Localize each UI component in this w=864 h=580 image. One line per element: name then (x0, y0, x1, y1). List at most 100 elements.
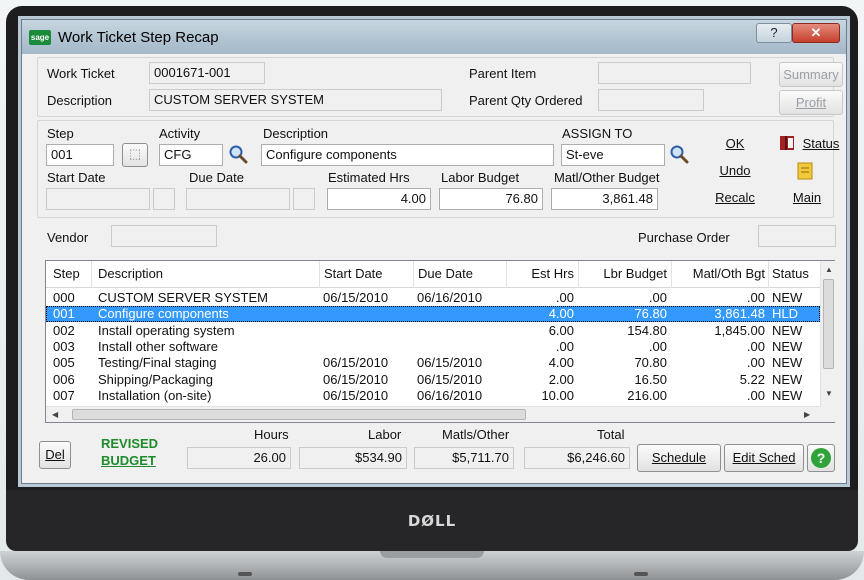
table-row[interactable]: 002 Install operating system 6.00 154.80 1,8… (46, 323, 820, 339)
cell-est-hrs: 10.00 (541, 387, 574, 403)
due-date-calendar-button[interactable] (293, 188, 315, 210)
work-ticket-field[interactable]: 0001671-001 (149, 62, 265, 84)
column-header-start-date[interactable]: Start Date (324, 266, 383, 281)
cell-lbr-budget: .00 (648, 338, 667, 354)
summary-button[interactable]: Summary (779, 62, 843, 87)
column-header-est-hrs[interactable]: Est Hrs (506, 266, 574, 281)
budget-link[interactable]: BUDGET (101, 452, 158, 469)
table-row[interactable]: 001 Configure components 4.00 76.80 3,861.48… (46, 306, 820, 323)
cell-matl-oth-bgt: 1,845.00 (714, 322, 765, 338)
total-label: Total (597, 427, 625, 442)
assign-search-icon[interactable] (669, 144, 689, 164)
status-button[interactable]: Status (796, 136, 846, 151)
matl-other-budget-field[interactable]: 3,861.48 (551, 188, 658, 210)
labor-total-field: $534.90 (299, 447, 407, 469)
steps-table[interactable]: Step Description Start Date Due Date Est… (45, 260, 835, 423)
cell-est-hrs: .00 (555, 290, 574, 305)
parent-item-field[interactable] (598, 62, 751, 84)
matl-other-budget-label: Matl/Other Budget (554, 170, 660, 185)
cell-start-date: 06/15/2010 (323, 387, 389, 403)
scroll-left-icon[interactable]: ◀ (52, 410, 58, 419)
scroll-right-icon[interactable]: ▶ (804, 410, 810, 419)
help-button[interactable]: ? (807, 444, 835, 472)
vendor-label: Vendor (47, 230, 89, 245)
column-divider (413, 261, 414, 288)
lookup-icon: ⬚ (128, 146, 142, 161)
start-date-calendar-button[interactable] (153, 188, 175, 210)
vendor-field[interactable] (111, 225, 217, 247)
step-lookup-button[interactable]: ⬚ (122, 143, 148, 167)
revised-budget-label: REVISED BUDGET (101, 435, 158, 469)
cell-description: Shipping/Packaging (98, 371, 213, 387)
labor-budget-label: Labor Budget (441, 170, 520, 185)
matls-other-total-field: $5,711.70 (414, 447, 514, 469)
assign-to-field[interactable]: St-eve (561, 144, 665, 166)
cell-matl-oth-bgt: 3,861.48 (714, 306, 765, 322)
activity-search-icon[interactable] (228, 144, 248, 164)
cell-step: 006 (53, 371, 75, 387)
description-field[interactable]: CUSTOM SERVER SYSTEM (149, 89, 442, 111)
edit-schedule-button[interactable]: Edit Sched (724, 444, 804, 472)
purchase-order-field[interactable] (758, 225, 836, 247)
column-header-description[interactable]: Description (98, 266, 163, 281)
scroll-up-icon[interactable]: ▲ (825, 265, 833, 274)
table-row[interactable]: 000 CUSTOM SERVER SYSTEM 06/15/2010 06/16/2… (46, 290, 820, 306)
cell-lbr-budget: 70.80 (634, 355, 667, 371)
column-header-status[interactable]: Status (772, 266, 818, 281)
cell-step: 001 (53, 306, 75, 322)
activity-field[interactable]: CFG (159, 144, 223, 166)
hours-label: Hours (254, 427, 289, 442)
horizontal-scroll-thumb[interactable] (72, 409, 526, 420)
profit-button[interactable]: Profit (779, 90, 843, 115)
cell-step: 002 (53, 322, 75, 338)
recalc-button[interactable]: Recalc (710, 190, 760, 205)
cell-due-date: 06/16/2010 (417, 290, 483, 305)
step-description-field[interactable]: Configure components (261, 144, 554, 166)
cell-status: NEW (772, 322, 803, 338)
cell-status: NEW (772, 387, 803, 403)
labor-budget-field[interactable]: 76.80 (439, 188, 543, 210)
start-date-field[interactable] (46, 188, 150, 210)
cell-due-date: 06/16/2010 (417, 387, 483, 403)
cell-status: NEW (772, 290, 803, 305)
main-button[interactable]: Main (782, 190, 832, 205)
schedule-button[interactable]: Schedule (637, 444, 721, 472)
vertical-scroll-thumb[interactable] (823, 279, 834, 369)
cell-lbr-budget: .00 (648, 290, 667, 305)
ok-button[interactable]: OK (710, 136, 760, 151)
laptop-notch (380, 551, 484, 558)
column-header-lbr-budget[interactable]: Lbr Budget (578, 266, 667, 281)
purchase-order-label: Purchase Order (638, 230, 730, 245)
help-title-button[interactable]: ? (756, 23, 792, 43)
table-row[interactable]: 007 Installation (on-site) 06/15/2010 06/16… (46, 388, 820, 404)
column-header-step[interactable]: Step (53, 266, 80, 281)
column-header-due-date[interactable]: Due Date (418, 266, 473, 281)
estimated-hrs-field[interactable]: 4.00 (327, 188, 431, 210)
horizontal-scrollbar[interactable]: ◀ ▶ (46, 406, 820, 422)
table-row[interactable]: 006 Shipping/Packaging 06/15/2010 06/15/201… (46, 372, 820, 388)
assign-to-label: ASSIGN TO (562, 126, 633, 141)
due-date-label: Due Date (189, 170, 244, 185)
laptop-foot (238, 572, 252, 576)
activity-label: Activity (159, 126, 201, 141)
cell-step: 003 (53, 338, 75, 354)
close-button[interactable]: ✕ (792, 23, 840, 43)
step-field[interactable]: 001 (46, 144, 114, 166)
cell-lbr-budget: 216.00 (627, 387, 667, 403)
scroll-down-icon[interactable]: ▼ (825, 389, 833, 398)
parent-qty-field[interactable] (598, 89, 704, 111)
table-row[interactable]: 005 Testing/Final staging 06/15/2010 06/15/… (46, 355, 820, 371)
vertical-scrollbar[interactable]: ▲ ▼ (820, 261, 835, 406)
cell-matl-oth-bgt: .00 (746, 290, 765, 305)
cell-step: 000 (53, 290, 75, 305)
cell-description: CUSTOM SERVER SYSTEM (98, 290, 268, 305)
column-header-matl-oth-bgt[interactable]: Matl/Oth Bgt (671, 266, 765, 281)
cell-est-hrs: .00 (555, 338, 574, 354)
delete-button[interactable]: Del (39, 441, 71, 469)
table-row[interactable]: 003 Install other software .00 .00 .00 NEW (46, 339, 820, 355)
due-date-field[interactable] (186, 188, 290, 210)
undo-button[interactable]: Undo (710, 163, 760, 178)
cell-lbr-budget: 76.80 (634, 306, 667, 322)
window-title: Work Ticket Step Recap (58, 29, 219, 46)
cell-lbr-budget: 16.50 (634, 371, 667, 387)
